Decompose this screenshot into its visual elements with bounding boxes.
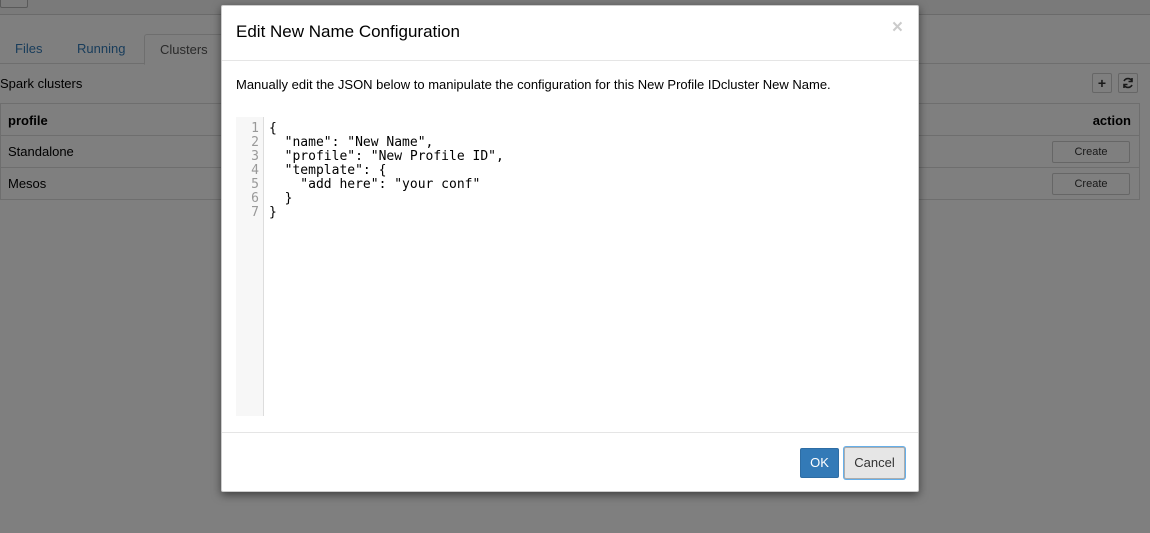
line-number: 7 <box>251 205 259 220</box>
code-line[interactable]: "add here": "your conf" <box>269 178 480 192</box>
code-line[interactable]: "profile": "New Profile ID", <box>269 150 504 164</box>
close-icon[interactable]: × <box>892 18 903 38</box>
code-line[interactable]: } <box>269 192 293 206</box>
edit-configuration-dialog: Edit New Name Configuration × Manually e… <box>221 5 919 492</box>
line-number: 2 <box>251 135 259 150</box>
dialog-header: Edit New Name Configuration × <box>222 6 918 61</box>
line-number: 6 <box>251 191 259 206</box>
code-line[interactable]: "name": "New Name", <box>269 136 434 150</box>
line-number: 3 <box>251 149 259 164</box>
line-number: 4 <box>251 163 259 178</box>
ok-button[interactable]: OK <box>800 448 839 478</box>
line-number: 5 <box>251 177 259 192</box>
line-number: 1 <box>251 121 259 136</box>
line-number-gutter: 1 2 3 4 5 6 7 <box>236 117 264 416</box>
cancel-button[interactable]: Cancel <box>844 447 905 479</box>
dialog-footer: OK Cancel <box>222 432 918 492</box>
page: Files Running Clusters Spark clusters + … <box>0 0 1150 533</box>
dialog-description: Manually edit the JSON below to manipula… <box>236 77 831 92</box>
dialog-title: Edit New Name Configuration <box>236 22 460 41</box>
code-line[interactable]: "template": { <box>269 164 387 178</box>
code-line[interactable]: { <box>269 122 277 136</box>
code-line[interactable]: } <box>269 206 277 220</box>
json-editor[interactable]: 1 2 3 4 5 6 7 { "name": "New Name", "pro… <box>236 117 905 416</box>
